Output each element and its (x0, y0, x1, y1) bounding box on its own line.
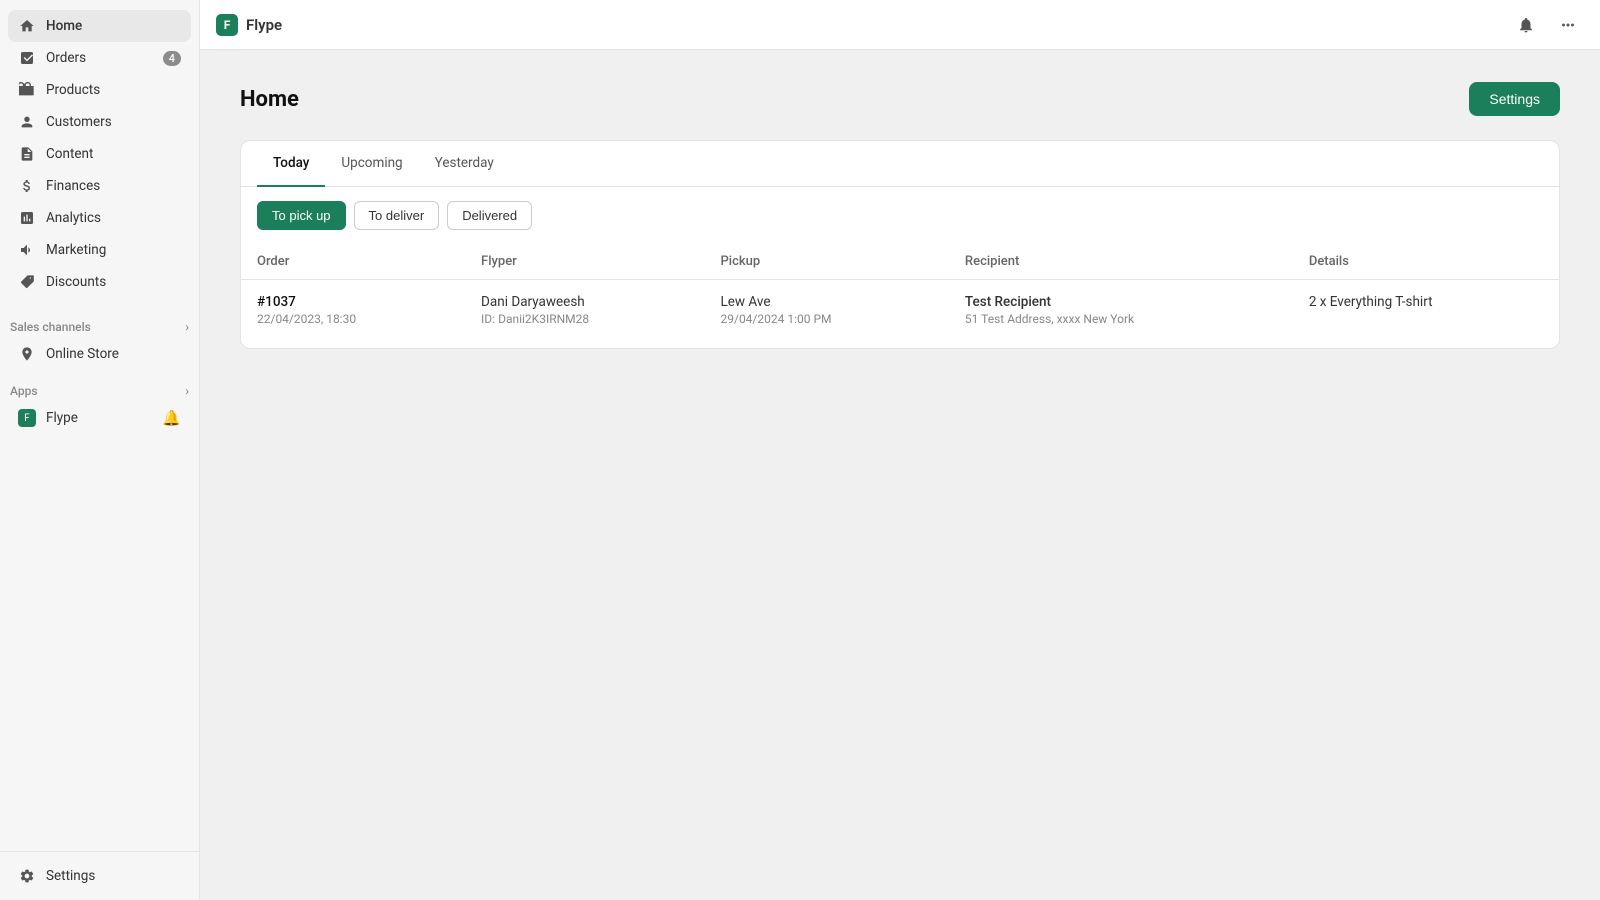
sidebar-nav: Home Orders 4 Products Customers Conte (0, 0, 199, 306)
top-header: F Flype (200, 0, 1600, 50)
sidebar-item-online-store[interactable]: Online Store (8, 338, 191, 370)
table-row[interactable]: #1037 22/04/2023, 18:30 Dani Daryaweesh … (241, 280, 1559, 341)
sidebar-item-flype[interactable]: F Flype 🔔 (8, 402, 191, 434)
header-app-name: Flype (246, 16, 282, 34)
sidebar-item-discounts[interactable]: Discounts (8, 266, 191, 298)
home-icon (18, 17, 36, 35)
orders-icon (18, 49, 36, 67)
cell-pickup: Lew Ave 29/04/2024 1:00 PM (705, 280, 949, 341)
settings-icon (18, 867, 36, 885)
main-card: Today Upcoming Yesterday To pick up To d… (240, 140, 1560, 349)
sidebar-item-finances[interactable]: Finances (8, 170, 191, 202)
filter-delivered[interactable]: Delivered (447, 201, 532, 230)
content-icon (18, 145, 36, 163)
tab-today[interactable]: Today (257, 141, 325, 187)
cell-details: 2 x Everything T-shirt (1293, 280, 1559, 341)
sidebar-item-content[interactable]: Content (8, 138, 191, 170)
discounts-icon (18, 273, 36, 291)
flype-bell-icon[interactable]: 🔔 (162, 409, 181, 427)
sidebar-item-customers[interactable]: Customers (8, 106, 191, 138)
sidebar-item-marketing[interactable]: Marketing (8, 234, 191, 266)
tab-upcoming[interactable]: Upcoming (325, 141, 418, 187)
orders-table: Order Flyper Pickup Recipient Details #1… (241, 244, 1559, 340)
header-logo: F Flype (216, 14, 282, 36)
notification-button[interactable] (1510, 9, 1542, 41)
more-options-button[interactable] (1552, 9, 1584, 41)
col-order: Order (241, 244, 465, 280)
header-actions (1510, 9, 1584, 41)
sidebar-item-products[interactable]: Products (8, 74, 191, 106)
sidebar-item-settings[interactable]: Settings (8, 860, 191, 892)
page-title: Home (240, 87, 299, 112)
apps-section: Apps › (0, 370, 199, 402)
sales-channels-section: Sales channels › (0, 306, 199, 338)
col-flyper: Flyper (465, 244, 704, 280)
sidebar-item-orders[interactable]: Orders 4 (8, 42, 191, 74)
apps-chevron[interactable]: › (185, 384, 189, 398)
cell-recipient: Test Recipient 51 Test Address, xxxx New… (949, 280, 1293, 341)
cell-flyper: Dani Daryaweesh ID: Danii2K3IRNM28 (465, 280, 704, 341)
customers-icon (18, 113, 36, 131)
products-icon (18, 81, 36, 99)
sales-channels-chevron[interactable]: › (185, 320, 189, 334)
orders-badge: 4 (163, 51, 181, 66)
tab-yesterday[interactable]: Yesterday (419, 141, 510, 187)
filter-to-pick-up[interactable]: To pick up (257, 201, 346, 230)
flype-logo-icon: F (216, 14, 238, 36)
col-pickup: Pickup (705, 244, 949, 280)
flype-app-icon: F (18, 409, 36, 427)
col-details: Details (1293, 244, 1559, 280)
orders-table-wrap: Order Flyper Pickup Recipient Details #1… (241, 244, 1559, 348)
sidebar-item-analytics[interactable]: Analytics (8, 202, 191, 234)
analytics-icon (18, 209, 36, 227)
settings-button[interactable]: Settings (1469, 82, 1560, 116)
sidebar-footer: Settings (0, 851, 199, 900)
filter-row: To pick up To deliver Delivered (241, 187, 1559, 244)
online-store-icon (18, 345, 36, 363)
main-content: Home Settings Today Upcoming Yesterday T… (200, 50, 1600, 900)
marketing-icon (18, 241, 36, 259)
sidebar-item-home[interactable]: Home (8, 10, 191, 42)
sidebar: Home Orders 4 Products Customers Conte (0, 0, 200, 900)
finances-icon (18, 177, 36, 195)
cell-order: #1037 22/04/2023, 18:30 (241, 280, 465, 341)
page-header: Home Settings (240, 82, 1560, 116)
col-recipient: Recipient (949, 244, 1293, 280)
filter-to-deliver[interactable]: To deliver (354, 201, 440, 230)
main-wrapper: F Flype Home Settings Today Upcomi (200, 0, 1600, 900)
tab-bar: Today Upcoming Yesterday (241, 141, 1559, 187)
